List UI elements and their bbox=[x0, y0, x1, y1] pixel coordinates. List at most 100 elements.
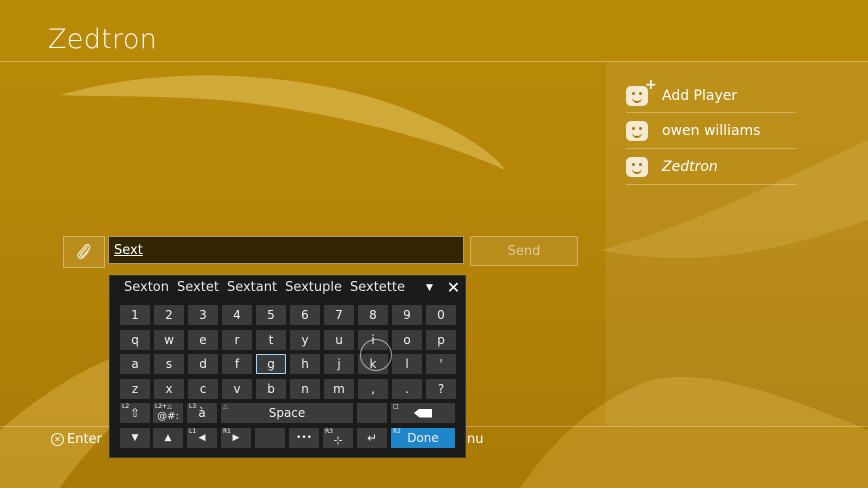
send-button[interactable]: Send bbox=[470, 236, 578, 266]
key-j[interactable]: j bbox=[324, 354, 354, 374]
arrow-right-key[interactable]: R1 ▶ bbox=[221, 428, 251, 448]
chevron-down-icon[interactable]: ▼ bbox=[419, 277, 440, 298]
add-player-item[interactable]: + Add Player bbox=[626, 77, 796, 113]
key-symbol[interactable]: . bbox=[392, 378, 422, 399]
pointer-key[interactable]: R3 ⊹ bbox=[323, 428, 353, 448]
page-title: Zedtron bbox=[48, 24, 158, 55]
player-item-owen-williams[interactable]: owen williams bbox=[626, 113, 796, 148]
suggestion-item[interactable]: Sextant bbox=[227, 280, 277, 295]
add-player-icon: + bbox=[626, 77, 657, 106]
key-0[interactable]: 0 bbox=[426, 305, 456, 325]
key-1[interactable]: 1 bbox=[120, 305, 150, 325]
done-key[interactable]: R2 Done bbox=[391, 428, 455, 448]
player-label: Zedtron bbox=[662, 158, 718, 175]
attach-button[interactable] bbox=[63, 236, 105, 268]
key-x[interactable]: x bbox=[154, 378, 184, 399]
suggestion-bar: Sexton Sextet Sextant Sextuple Sextette … bbox=[110, 276, 467, 300]
button-tag: R3 bbox=[325, 428, 333, 435]
arrow-down-key[interactable]: ▼ bbox=[120, 428, 150, 448]
arrow-left-icon: ◀ bbox=[198, 433, 206, 443]
suggestion-item[interactable]: Sextuple bbox=[285, 280, 342, 295]
key-5[interactable]: 5 bbox=[256, 305, 286, 325]
button-tag: L2 bbox=[122, 403, 130, 410]
key-b[interactable]: b bbox=[256, 378, 286, 399]
more-key[interactable]: ••• bbox=[289, 428, 319, 448]
backspace-key[interactable]: □ bbox=[391, 403, 455, 423]
message-input-value: Sext bbox=[114, 243, 143, 258]
blank-key[interactable] bbox=[357, 403, 387, 423]
key-8[interactable]: 8 bbox=[358, 305, 388, 325]
button-tag: R2 bbox=[393, 428, 401, 435]
button-tag: L3 bbox=[189, 403, 197, 410]
key-symbol[interactable]: ? bbox=[426, 378, 456, 399]
menu-hint-label: nu bbox=[467, 432, 484, 447]
enter-hint-label: Enter bbox=[67, 432, 102, 447]
cross-button-icon: ✕ bbox=[51, 433, 64, 446]
user-face-icon bbox=[626, 120, 648, 141]
add-player-label: Add Player bbox=[662, 87, 738, 104]
arrow-up-key[interactable]: ▲ bbox=[153, 428, 183, 448]
key-7[interactable]: 7 bbox=[324, 305, 354, 325]
key-n[interactable]: n bbox=[290, 378, 320, 399]
player-item-zedtron[interactable]: Zedtron bbox=[626, 149, 796, 184]
pointer-cursor bbox=[360, 339, 392, 371]
key-symbol[interactable]: , bbox=[358, 378, 388, 399]
enter-hint: ✕ Enter bbox=[51, 432, 102, 447]
accent-key-label: à bbox=[198, 406, 206, 420]
button-tag: △ bbox=[223, 403, 228, 410]
enter-key[interactable]: ↵ bbox=[357, 428, 387, 448]
suggestion-item[interactable]: Sexton bbox=[124, 280, 169, 295]
key-q[interactable]: q bbox=[120, 329, 150, 350]
key-s[interactable]: s bbox=[154, 354, 184, 374]
button-tag: R1 bbox=[223, 428, 231, 435]
key-l[interactable]: l bbox=[392, 354, 422, 374]
done-key-label: Done bbox=[407, 431, 439, 445]
key-4[interactable]: 4 bbox=[222, 305, 252, 325]
player-label: owen williams bbox=[662, 122, 761, 139]
key-symbol[interactable]: ' bbox=[426, 354, 456, 374]
shift-key[interactable]: L2 ⇧ bbox=[120, 403, 150, 423]
key-f[interactable]: f bbox=[222, 354, 252, 374]
user-face-icon bbox=[626, 156, 648, 177]
arrow-down-icon: ▼ bbox=[131, 433, 139, 443]
key-g[interactable]: g bbox=[256, 354, 286, 374]
key-d[interactable]: d bbox=[188, 354, 218, 374]
paperclip-icon bbox=[77, 244, 91, 260]
key-3[interactable]: 3 bbox=[188, 305, 218, 325]
key-9[interactable]: 9 bbox=[392, 305, 422, 325]
key-c[interactable]: c bbox=[188, 378, 218, 399]
player-divider bbox=[626, 184, 796, 185]
key-r[interactable]: r bbox=[222, 329, 252, 350]
suggestion-item[interactable]: Sextet bbox=[177, 280, 219, 295]
key-p[interactable]: p bbox=[426, 329, 456, 350]
key-z[interactable]: z bbox=[120, 378, 150, 399]
accent-key[interactable]: L3 à bbox=[187, 403, 217, 423]
key-w[interactable]: w bbox=[154, 329, 184, 350]
key-u[interactable]: u bbox=[324, 329, 354, 350]
close-icon[interactable]: ✕ bbox=[443, 277, 464, 298]
blank-key[interactable] bbox=[255, 428, 285, 448]
key-2[interactable]: 2 bbox=[154, 305, 184, 325]
arrow-up-icon: ▲ bbox=[164, 433, 172, 443]
button-tag: L1 bbox=[189, 428, 197, 435]
symbols-key[interactable]: L2+△ @#: bbox=[153, 403, 183, 423]
arrow-left-key[interactable]: L1 ◀ bbox=[187, 428, 217, 448]
key-a[interactable]: a bbox=[120, 354, 150, 374]
key-y[interactable]: y bbox=[290, 329, 320, 350]
suggestion-item[interactable]: Sextette bbox=[350, 280, 405, 295]
space-key[interactable]: △ Space bbox=[221, 403, 353, 423]
key-h[interactable]: h bbox=[290, 354, 320, 374]
space-key-label: Space bbox=[268, 406, 306, 420]
button-tag: □ bbox=[393, 403, 399, 410]
backspace-icon bbox=[414, 408, 432, 418]
button-tag: L2+△ bbox=[155, 403, 172, 410]
key-o[interactable]: o bbox=[392, 329, 422, 350]
key-6[interactable]: 6 bbox=[290, 305, 320, 325]
key-t[interactable]: t bbox=[256, 329, 286, 350]
enter-icon: ↵ bbox=[366, 431, 378, 445]
key-m[interactable]: m bbox=[324, 378, 354, 399]
message-input[interactable]: Sext bbox=[108, 236, 464, 264]
key-e[interactable]: e bbox=[188, 329, 218, 350]
controller-icon: ⊹ bbox=[333, 433, 343, 447]
key-v[interactable]: v bbox=[222, 378, 252, 399]
